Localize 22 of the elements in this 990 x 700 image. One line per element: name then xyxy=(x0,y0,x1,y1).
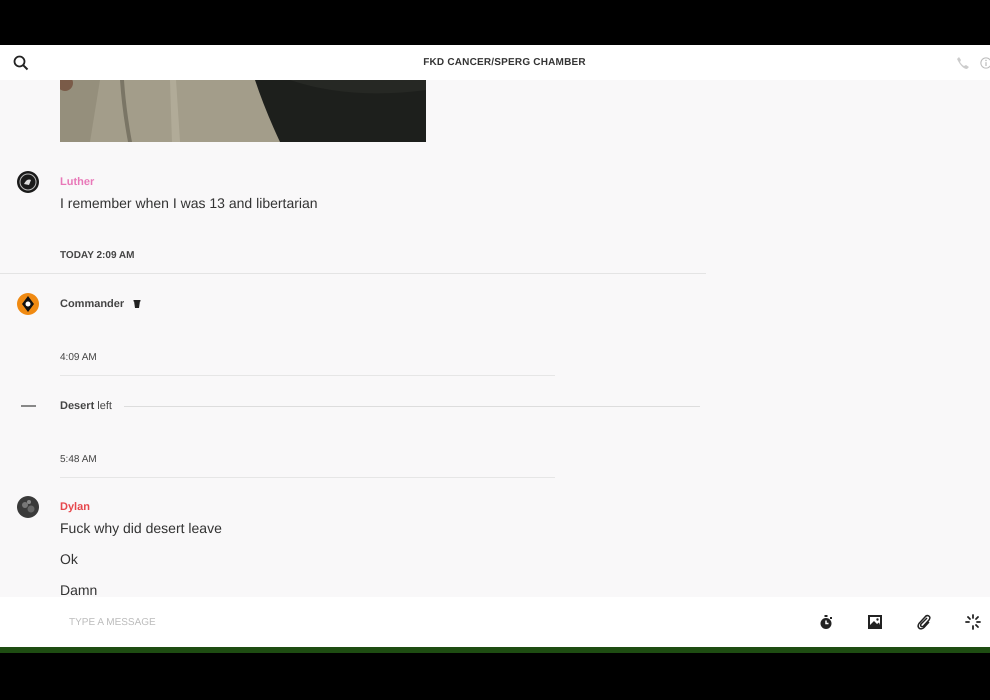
dash-icon xyxy=(21,405,36,407)
message-text: Damn xyxy=(60,581,98,597)
stopwatch-icon[interactable] xyxy=(818,614,834,630)
date-label: TODAY 2:09 AM xyxy=(60,250,134,261)
search-icon[interactable] xyxy=(13,54,29,70)
loading-icon[interactable] xyxy=(965,614,981,630)
avatar xyxy=(17,496,39,518)
message-text: I remember when I was 13 and libertarian xyxy=(60,194,318,213)
message-input[interactable]: TYPE A MESSAGE xyxy=(67,616,721,628)
avatar xyxy=(17,171,39,193)
room-title: FKD CANCER/SPERG CHAMBER xyxy=(422,57,586,68)
paperclip-icon[interactable] xyxy=(916,614,932,630)
avatar xyxy=(17,293,39,315)
time-label: 5:48 AM xyxy=(60,454,97,465)
message-text: Fuck why did desert leave xyxy=(60,519,222,538)
author-name: Commander xyxy=(60,298,124,310)
time-label: 4:09 AM xyxy=(60,352,97,363)
message-text: Ok xyxy=(60,550,79,569)
event-text: Desert left xyxy=(60,400,112,412)
author-name: Dylan xyxy=(60,501,90,513)
author-name: Luther xyxy=(60,176,94,188)
image-icon[interactable] xyxy=(867,614,883,630)
